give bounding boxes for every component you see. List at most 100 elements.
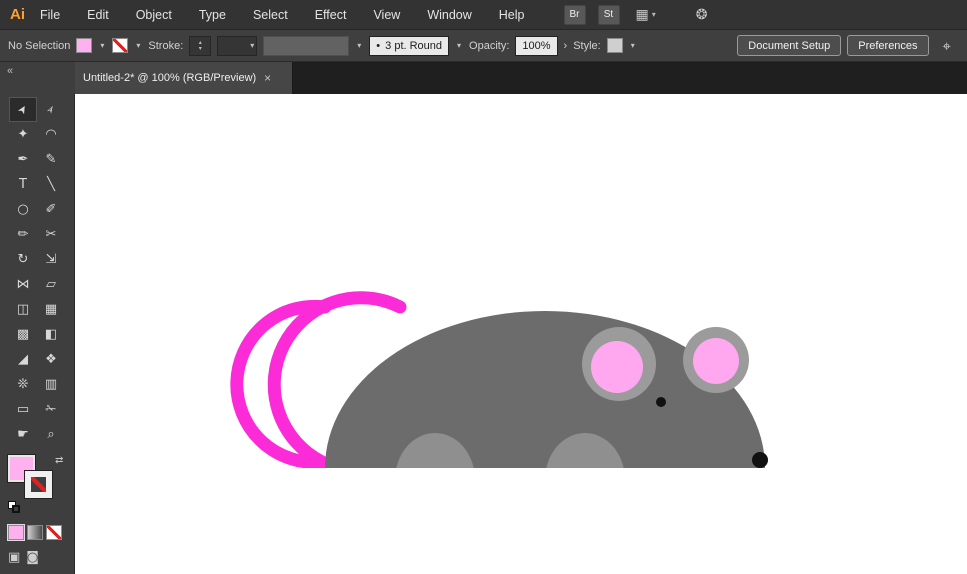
mouse-foot-back[interactable] (545, 433, 625, 527)
menu-help[interactable]: Help (499, 8, 525, 22)
direct-selection-tool[interactable]: ➢ (37, 97, 65, 122)
zoom-tool[interactable]: ⌕ (37, 422, 65, 447)
slice-tool[interactable]: ✁ (37, 397, 65, 422)
selection-tool[interactable]: ➤ (9, 97, 37, 122)
magic-wand-tool[interactable]: ✦ (9, 122, 37, 147)
stroke-weight-combo[interactable]: ▾ (217, 35, 258, 56)
default-stroke-icon (12, 505, 20, 513)
paintbrush-tool-icon: ✐ (45, 202, 57, 217)
fill-color-swatch[interactable] (76, 38, 93, 53)
brush-definition-dropdown-icon[interactable]: ▾ (455, 41, 463, 50)
width-tool[interactable]: ⋈ (9, 272, 37, 297)
style-dropdown-icon[interactable]: ▾ (629, 41, 637, 50)
none-mode-button[interactable] (46, 525, 62, 540)
mouse-ear-left-inner[interactable] (591, 341, 643, 393)
lasso-tool[interactable]: ◠ (37, 122, 65, 147)
brush-definition-value: 3 pt. Round (385, 39, 443, 52)
gradient-tool[interactable]: ◧ (37, 322, 65, 347)
selection-tool-icon: ➤ (15, 102, 31, 117)
opacity-input[interactable]: 100% (515, 35, 558, 56)
draw-normal-mode[interactable]: ▣ (8, 550, 20, 565)
stroke-color-swatch[interactable] (112, 38, 129, 53)
tools-grid: ➤ ➢ ✦ ◠ ✒ ✎ T ╲ ○ ✐ ✏ ✂ ↻ ⇲ ⋈ ▱ ◫ ▦ ▩ ◧ ◢ ❖ ❊ ▥ ▭ ✁ ☛ ⌕ (0, 94, 74, 447)
tab-close-icon[interactable]: × (264, 71, 271, 85)
draw-behind-mode[interactable]: ◙ (26, 550, 39, 565)
color-mode-button[interactable] (7, 524, 25, 541)
bridge-button[interactable]: Br (563, 4, 586, 25)
mouse-ear-right-inner[interactable] (693, 338, 739, 384)
preferences-button[interactable]: Preferences (847, 35, 929, 56)
menu-object[interactable]: Object (136, 8, 172, 22)
hand-tool-icon: ☛ (17, 427, 29, 442)
line-segment-tool[interactable]: ╲ (37, 172, 65, 197)
scale-tool[interactable]: ⇲ (37, 247, 65, 272)
shape-builder-tool-icon: ◫ (16, 302, 30, 317)
stroke-swatch[interactable] (25, 471, 52, 498)
stroke-label: Stroke: (148, 39, 184, 52)
document-setup-button[interactable]: Document Setup (737, 35, 842, 56)
stroke-weight-stepper[interactable]: ▴ ▾ (189, 35, 212, 56)
slice-tool-icon: ✁ (45, 402, 57, 417)
document-tab[interactable]: Untitled-2* @ 100% (RGB/Preview) × (75, 62, 293, 94)
stroke-color-dropdown-icon[interactable]: ▾ (134, 41, 142, 50)
scale-tool-icon: ⇲ (45, 252, 57, 267)
gradient-mode-button[interactable] (27, 525, 43, 540)
stroke-weight-dropdown-icon[interactable]: ▾ (248, 41, 256, 50)
fill-color-dropdown-icon[interactable]: ▾ (98, 41, 106, 50)
artboard-tool-icon: ▭ (16, 402, 30, 417)
pen-tool[interactable]: ✒ (9, 147, 37, 172)
menu-window[interactable]: Window (427, 8, 471, 22)
style-swatch[interactable] (606, 38, 623, 53)
column-graph-tool[interactable]: ▥ (37, 372, 65, 397)
mouse-nose[interactable] (752, 452, 768, 468)
menu-select[interactable]: Select (253, 8, 288, 22)
hand-tool[interactable]: ☛ (9, 422, 37, 447)
stock-button[interactable]: St (597, 4, 620, 25)
fill-stroke-indicator: ⇄ (8, 455, 68, 513)
perspective-grid-tool-icon: ▦ (44, 302, 58, 317)
menu-edit[interactable]: Edit (87, 8, 109, 22)
mesh-tool[interactable]: ▩ (9, 322, 37, 347)
rotate-tool-icon: ↻ (17, 252, 29, 267)
opacity-panel-chevron-icon[interactable]: › (564, 40, 568, 52)
artboard-canvas[interactable] (75, 94, 967, 574)
gpu-performance-icon[interactable]: ❂ (696, 7, 708, 23)
pencil-tool[interactable]: ✏ (9, 222, 37, 247)
menu-file[interactable]: File (40, 8, 60, 22)
menu-type[interactable]: Type (199, 8, 226, 22)
width-tool-icon: ⋈ (16, 277, 30, 292)
selection-status: No Selection (8, 39, 71, 52)
collapse-toolbar-button[interactable]: « (0, 62, 75, 94)
style-label: Style: (573, 39, 601, 52)
direct-selection-tool-icon: ➢ (43, 102, 59, 117)
mouse-eye[interactable] (656, 397, 666, 407)
blend-tool[interactable]: ❖ (37, 347, 65, 372)
magic-wand-tool-icon: ✦ (17, 127, 29, 142)
paintbrush-tool[interactable]: ✐ (37, 197, 65, 222)
free-transform-tool[interactable]: ▱ (37, 272, 65, 297)
symbol-sprayer-tool[interactable]: ❊ (9, 372, 37, 397)
brush-definition-box[interactable]: • 3 pt. Round (369, 35, 450, 56)
document-tab-title: Untitled-2* @ 100% (RGB/Preview) (83, 72, 257, 84)
ellipse-tool[interactable]: ○ (9, 197, 37, 222)
shape-builder-tool[interactable]: ◫ (9, 297, 37, 322)
scissors-tool[interactable]: ✂ (37, 222, 65, 247)
type-tool[interactable]: T (9, 172, 37, 197)
mouse-foot-front[interactable] (395, 433, 475, 527)
mouse-drawing (230, 291, 768, 527)
perspective-grid-tool[interactable]: ▦ (37, 297, 65, 322)
stepper-down-icon[interactable]: ▾ (199, 46, 202, 52)
swap-fill-stroke-icon[interactable]: ⇄ (55, 455, 63, 466)
menu-view[interactable]: View (373, 8, 400, 22)
menu-items: File Edit Object Type Select Effect View Window… (40, 8, 552, 22)
rotate-tool[interactable]: ↻ (9, 247, 37, 272)
eyedropper-tool[interactable]: ◢ (9, 347, 37, 372)
menu-effect[interactable]: Effect (315, 8, 347, 22)
arrange-documents-caret-icon[interactable]: ▾ (652, 10, 656, 19)
touch-workspace-icon[interactable]: ⌖ (943, 37, 951, 55)
default-fill-stroke-button[interactable] (8, 501, 22, 513)
variable-width-dropdown-icon: ▾ (357, 41, 362, 50)
arrange-documents-icon[interactable]: ▦ (636, 7, 649, 23)
curvature-tool[interactable]: ✎ (37, 147, 65, 172)
artboard-tool[interactable]: ▭ (9, 397, 37, 422)
